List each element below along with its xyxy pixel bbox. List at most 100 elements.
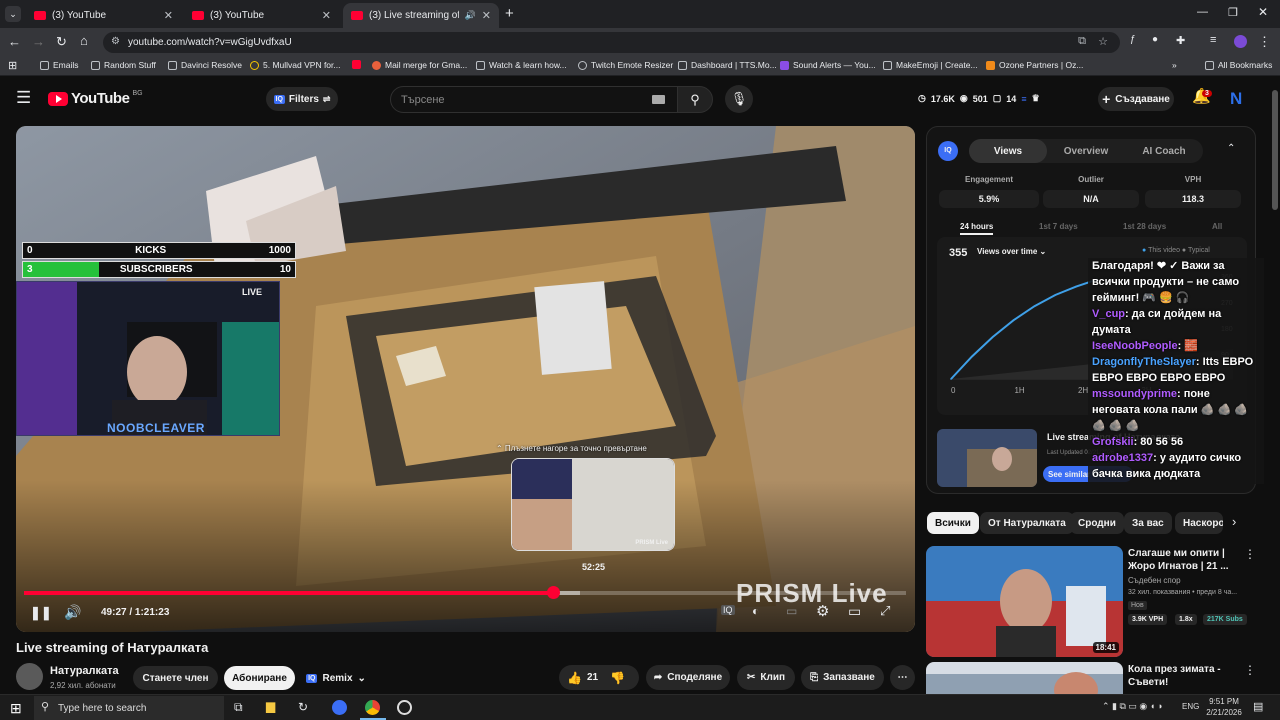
app-icon[interactable] [397,700,412,715]
rec-thumbnail[interactable] [926,662,1123,694]
range-24h[interactable]: 24 hours [960,222,994,235]
iq-player-icon[interactable]: IQ [721,605,735,615]
taskbar-search[interactable]: ⚲ Type here to search [34,696,224,720]
pause-icon[interactable]: ❚❚ [30,605,52,621]
bookmark-item[interactable]: Sound Alerts — You... [780,60,876,70]
bookmark-item[interactable]: 5. Mullvad VPN for... [250,60,340,70]
all-bookmarks[interactable]: All Bookmarks [1205,60,1272,70]
bookmark-item[interactable]: Dashboard | TTS.Mo... [678,60,777,70]
tray-icons[interactable]: ⌃ ▮ ⧉ ▭ ◉ ◖ ◗ [1102,701,1163,712]
voice-search-button[interactable]: 🎙 [725,85,753,113]
tab-search-icon[interactable]: ⌄ [5,6,21,22]
home-icon[interactable]: ⌂ [80,33,88,48]
video-player[interactable]: 0 KICKS 1000 3 SUBSCRIBERS 10 LIVE NOOBCLEAV… [16,126,915,632]
task-view-icon[interactable]: ⧉ [234,700,243,715]
bookmark-item[interactable]: MakeEmoji | Create... [883,60,978,70]
address-bar[interactable]: ⚙ youtube.com/watch?v=wGigUvdfxaU ⧉ ☆ [103,32,1120,53]
subscribe-button[interactable]: Абониране [224,666,295,690]
youtube-logo[interactable]: YouTube BG [48,90,143,107]
search-button[interactable]: ⚲ [677,86,713,113]
create-button[interactable]: + Създаване [1098,87,1174,111]
bookmark-item[interactable]: Twitch Emote Resizer [578,60,673,70]
channel-avatar[interactable] [16,663,43,690]
tab-groups-icon[interactable]: ≡ [1210,34,1216,46]
rec-more-icon[interactable]: ⋮ [1244,663,1256,677]
channel-name[interactable]: Натуралката [50,665,119,677]
windows-start-icon[interactable]: ⊞ [10,700,22,717]
account-avatar[interactable]: N [1230,89,1242,109]
fullscreen-icon[interactable]: ⤢ [880,603,890,619]
rec-title[interactable]: Слагаше ми опити | Жоро Игнатов | 21 ... [1128,547,1238,573]
forward-icon[interactable]: → [32,34,45,49]
bookmark-item[interactable] [352,60,361,69]
app-icon[interactable] [332,700,347,715]
more-actions-icon[interactable]: ⋯ [890,665,915,690]
bookmark-item[interactable]: Ozone Partners | Oz... [986,60,1083,70]
notifications-center-icon[interactable]: ▤ [1253,700,1263,713]
chrome-icon[interactable] [365,700,380,715]
chip-from-channel[interactable]: От Натуралката [980,512,1074,534]
browser-tab[interactable]: (3) YouTube ✕ [184,3,339,28]
restore-icon[interactable]: ❐ [1228,6,1238,19]
translate-icon[interactable]: ⧉ [1078,35,1086,48]
settings-gear-icon[interactable]: ⚙ [816,602,829,620]
back-icon[interactable]: ← [8,34,21,49]
browser-tab-active[interactable]: (3) Live streaming of Натур 🔊 ✕ [343,3,499,28]
collapse-icon[interactable]: ⌃ [1227,143,1235,154]
bookmark-item[interactable]: Emails [40,60,79,70]
bookmark-item[interactable]: Watch & learn how... [476,60,567,70]
bookmark-item[interactable]: Random Stuff [91,60,156,70]
share-button[interactable]: ➦ Споделяне [646,665,730,690]
autoplay-toggle-icon[interactable]: ◐ [752,604,759,618]
extension-icon[interactable]: ● [1152,34,1158,45]
chip-for-you[interactable]: За вас [1124,512,1172,534]
app-icon[interactable]: ↻ [298,700,308,714]
extension-icon[interactable]: ƒ [1130,34,1136,45]
save-button[interactable]: ⎘ Запазване [801,665,884,690]
keyboard-icon[interactable] [652,95,665,104]
badge-icon[interactable]: ♛ [1032,93,1040,104]
like-icon[interactable]: 👍 [567,671,582,685]
browser-tab[interactable]: (3) YouTube ✕ [26,3,181,28]
browser-menu-icon[interactable]: ⋮ [1258,34,1271,50]
seek-bar[interactable] [24,586,906,599]
range-all[interactable]: All [1212,222,1222,231]
file-explorer-icon[interactable]: ▆ [266,699,275,713]
hamburger-menu-icon[interactable]: ☰ [16,88,31,108]
language-indicator[interactable]: ENG [1182,702,1199,711]
remix-button[interactable]: IQ Remix ⌄ [300,666,372,690]
rec-title[interactable]: Кола през зимата - Съвети! [1128,663,1238,689]
rec-channel[interactable]: Съдебен спор [1128,576,1181,585]
clock[interactable]: 9:51 PM 2/21/2026 [1200,696,1248,718]
chip-recent[interactable]: Наскоро [1175,512,1223,534]
chip-related[interactable]: Сродни [1070,512,1124,534]
tab-overview[interactable]: Overview [1047,139,1125,163]
rec-more-icon[interactable]: ⋮ [1244,547,1256,561]
list-icon[interactable]: ≡ [1021,94,1026,104]
apps-grid-icon[interactable]: ⊞ [8,59,17,72]
minimize-icon[interactable]: — [1197,6,1208,18]
subtitles-icon[interactable]: ▭ [786,604,797,618]
join-button[interactable]: Станете член [133,666,218,690]
tab-views[interactable]: Views [969,139,1047,163]
range-7d[interactable]: 1st 7 days [1039,222,1078,231]
close-tab-icon[interactable]: ✕ [164,9,173,22]
more-bookmarks-icon[interactable]: » [1172,60,1177,70]
close-tab-icon[interactable]: ✕ [482,9,491,22]
search-input[interactable]: Търсене [390,86,678,113]
bookmark-star-icon[interactable]: ☆ [1098,35,1108,48]
theater-mode-icon[interactable]: ▭ [848,603,861,620]
close-tab-icon[interactable]: ✕ [322,9,331,22]
profile-avatar[interactable] [1234,35,1247,48]
bookmark-item[interactable]: Mail merge for Gma... [372,60,467,70]
reload-icon[interactable]: ↻ [56,34,67,50]
page-scrollbar[interactable] [1272,90,1278,210]
views-over-time-dropdown[interactable]: Views over time ⌄ [977,247,1046,256]
chip-all[interactable]: Всички [927,512,979,534]
range-28d[interactable]: 1st 28 days [1123,222,1166,231]
site-info-icon[interactable]: ⚙ [111,36,120,47]
rec-thumbnail[interactable]: 18:41 [926,546,1123,657]
extensions-puzzle-icon[interactable]: ✚ [1176,34,1185,47]
clip-button[interactable]: ✂ Клип [737,665,795,690]
new-tab-button[interactable]: + [505,5,514,22]
